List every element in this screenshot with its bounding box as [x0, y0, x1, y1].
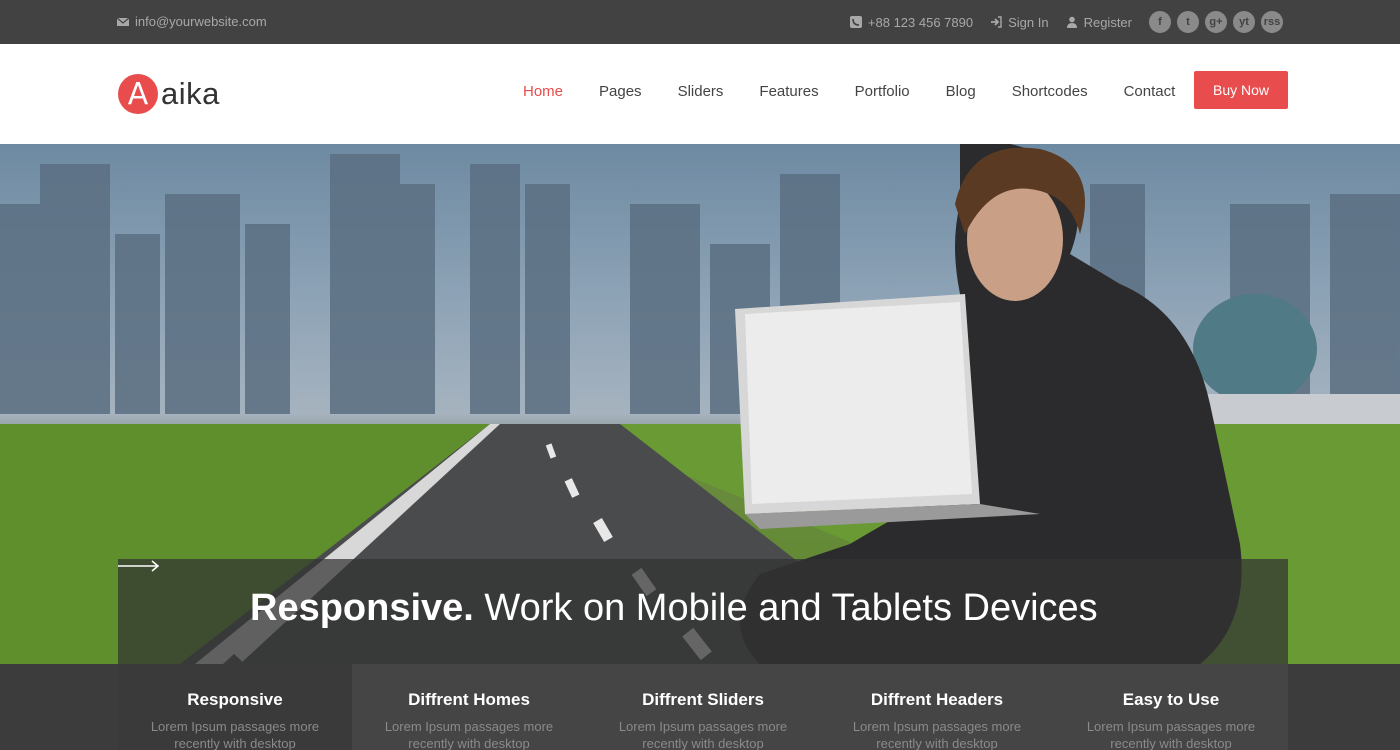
twitter-icon[interactable]: t — [1177, 11, 1199, 33]
feature-item[interactable]: Easy to Use Lorem Ipsum passages more re… — [1054, 664, 1288, 750]
site-logo[interactable]: A aika — [118, 74, 220, 114]
nav-portfolio[interactable]: Portfolio — [837, 82, 928, 102]
nav-features[interactable]: Features — [741, 82, 836, 102]
register-label: Register — [1083, 14, 1132, 30]
email-text: info@yourwebsite.com — [135, 14, 267, 29]
nav-sliders[interactable]: Sliders — [660, 82, 742, 102]
phone-text: +88 123 456 7890 — [867, 14, 974, 30]
sign-in-link[interactable]: Sign In — [990, 14, 1049, 30]
phone-icon — [849, 16, 862, 28]
feature-desc: Lorem Ipsum passages more recently with … — [852, 719, 1022, 750]
feature-title: Easy to Use — [1122, 690, 1220, 709]
buy-now-button[interactable]: Buy Now — [1194, 71, 1288, 109]
nav-pages[interactable]: Pages — [581, 82, 660, 102]
top-bar: info@yourwebsite.com +88 123 456 7890 Si… — [0, 0, 1400, 44]
feature-desc: Lorem Ipsum passages more recently with … — [618, 719, 788, 750]
feature-title: Diffrent Sliders — [642, 690, 764, 709]
youtube-icon[interactable]: yt — [1233, 11, 1255, 33]
nav-contact[interactable]: Contact — [1106, 82, 1194, 102]
social-links: f t g+ yt rss — [1149, 11, 1283, 33]
feature-item[interactable]: Diffrent Headers Lorem Ipsum passages mo… — [820, 664, 1054, 750]
features-bar: Responsive Lorem Ipsum passages more rec… — [0, 664, 1400, 750]
feature-item[interactable]: Diffrent Homes Lorem Ipsum passages more… — [352, 664, 586, 750]
main-header: A aika Home Pages Sliders Features Portf… — [0, 44, 1400, 144]
email-contact[interactable]: info@yourwebsite.com — [117, 14, 267, 29]
arrow-right-icon[interactable] — [118, 559, 160, 573]
sign-in-label: Sign In — [1008, 14, 1049, 30]
feature-desc: Lorem Ipsum passages more recently with … — [150, 719, 320, 750]
phone-contact[interactable]: +88 123 456 7890 — [849, 14, 974, 30]
facebook-icon[interactable]: f — [1149, 11, 1171, 33]
caption-light: Work on Mobile and Tablets Devices — [473, 587, 1098, 629]
feature-title: Responsive — [187, 690, 283, 709]
logo-text: aika — [161, 76, 220, 111]
feature-item[interactable]: Responsive Lorem Ipsum passages more rec… — [118, 664, 352, 750]
feature-desc: Lorem Ipsum passages more recently with … — [384, 719, 554, 750]
register-link[interactable]: Register — [1066, 15, 1132, 30]
rss-icon[interactable]: rss — [1261, 11, 1283, 33]
hero-slider[interactable]: Responsive. Work on Mobile and Tablets D… — [0, 144, 1400, 664]
sign-in-icon — [991, 16, 1002, 28]
nav-home[interactable]: Home — [505, 82, 581, 102]
nav-shortcodes[interactable]: Shortcodes — [994, 82, 1106, 102]
caption-bold: Responsive. — [250, 587, 474, 629]
feature-title: Diffrent Headers — [870, 690, 1004, 709]
feature-title: Diffrent Homes — [408, 690, 530, 709]
envelope-icon — [117, 17, 129, 26]
feature-item[interactable]: Diffrent Sliders Lorem Ipsum passages mo… — [586, 664, 820, 750]
google-plus-icon[interactable]: g+ — [1205, 11, 1227, 33]
active-feature-pointer — [223, 654, 245, 664]
nav-blog[interactable]: Blog — [928, 82, 994, 102]
hero-caption: Responsive. Work on Mobile and Tablets D… — [118, 559, 1288, 664]
feature-desc: Lorem Ipsum passages more recently with … — [1086, 719, 1256, 750]
user-icon — [1066, 16, 1077, 28]
logo-mark: A — [118, 74, 158, 114]
main-nav: Home Pages Sliders Features Portfolio Bl… — [505, 82, 1193, 102]
hero-caption-text: Responsive. Work on Mobile and Tablets D… — [250, 587, 1098, 630]
